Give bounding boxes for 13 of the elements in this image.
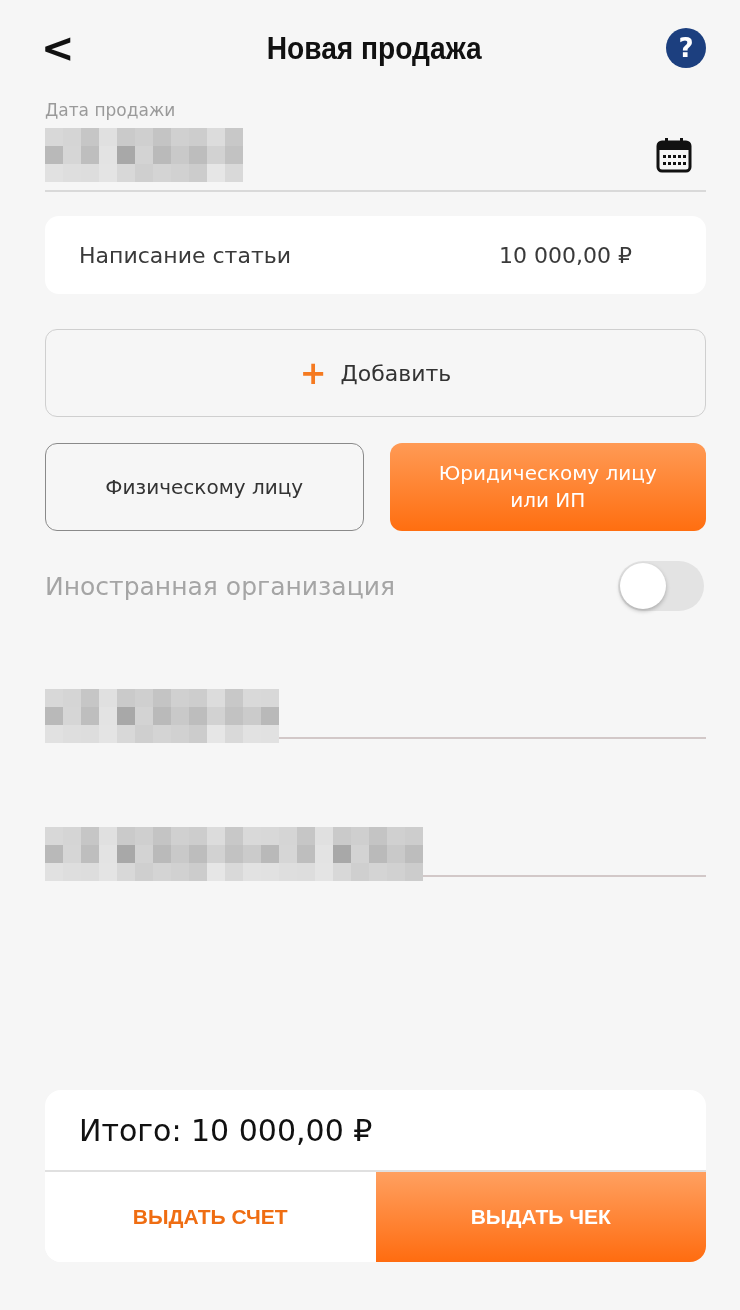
total-amount: Итого: 10 000,00 ₽ [79,1112,373,1148]
field-label: Дата продажи [45,100,177,120]
sale-item-card[interactable]: Написание статьи 10 000,00 ₽ [45,216,706,294]
calendar-icon[interactable] [656,137,692,173]
client-type-button[interactable]: Физическому лицу [45,443,364,531]
help-button[interactable]: ? [666,28,706,68]
item-name: Написание статьи [79,242,291,268]
toggle-switch[interactable] [618,561,704,611]
item-price: 10 000,00 ₽ [499,242,632,268]
back-button[interactable]: < [33,25,83,71]
screen-title: Новая продажа [266,29,482,67]
toggle-label: Иностранная организация [45,571,395,601]
add-button[interactable]: + Добавить [45,329,706,417]
